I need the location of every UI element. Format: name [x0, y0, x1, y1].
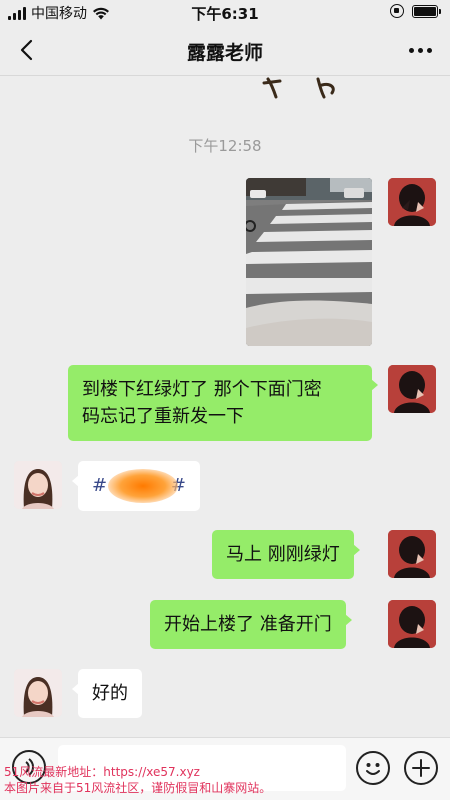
blurred-content: [108, 469, 178, 503]
avatar-illustration: [388, 365, 436, 413]
status-bar: 中国移动 下午6:31: [0, 0, 450, 24]
plus-icon: [412, 759, 430, 777]
watermark-line-1: 51风流最新地址：https://xe57.xyz: [4, 765, 200, 779]
message-bubble-self[interactable]: 开始上楼了 准备开门: [150, 600, 352, 649]
status-right: [390, 4, 441, 18]
message-bubble-other[interactable]: 好的: [72, 669, 142, 718]
my-avatar[interactable]: [388, 178, 436, 226]
avatar-photo: [14, 461, 62, 509]
message-bubble-other[interactable]: # #: [72, 461, 200, 511]
avatar-illustration: [388, 600, 436, 648]
my-avatar[interactable]: [388, 530, 436, 578]
emoji-icon: [366, 763, 380, 775]
message-text-line: 到楼下红绿灯了 那个下面门密: [82, 379, 322, 400]
message-text: 开始上楼了 准备开门: [164, 614, 332, 635]
avatar-illustration: [388, 178, 436, 226]
status-time: 下午6:31: [191, 5, 259, 23]
contact-avatar[interactable]: [14, 669, 62, 717]
message-bubble-self[interactable]: 到楼下红绿灯了 那个下面门密 码忘记了重新发一下: [68, 365, 378, 441]
avatar-photo: [14, 669, 62, 717]
crosswalk-photo: [246, 178, 372, 346]
message-text: 好的: [92, 683, 128, 704]
my-avatar[interactable]: [388, 600, 436, 648]
message-text: 马上 刚刚绿灯: [226, 544, 340, 565]
sent-photo-crosswalk[interactable]: [246, 178, 372, 346]
chat-header: 露露老师: [0, 24, 450, 76]
message-timestamp: 下午12:58: [188, 137, 262, 155]
more-icon: [408, 47, 414, 53]
more-button[interactable]: [404, 38, 436, 62]
avatar-illustration: [388, 530, 436, 578]
chat-title: 露露老师: [186, 42, 263, 64]
rotation-lock-icon: [390, 4, 404, 18]
my-avatar[interactable]: [388, 365, 436, 413]
contact-avatar[interactable]: [14, 461, 62, 509]
watermark: 51风流最新地址：https://xe57.xyz 本图片来自于51风流社区，谨…: [4, 764, 271, 796]
message-text-line: 码忘记了重新发一下: [82, 406, 244, 427]
watermark-line-2: 本图片来自于51风流社区，谨防假冒和山寨网站。: [4, 781, 272, 795]
battery-icon: [412, 4, 441, 18]
message-bubble-self[interactable]: 马上 刚刚绿灯: [212, 530, 360, 579]
message-text: #: [92, 475, 108, 496]
previous-message-fragment: [262, 77, 335, 99]
chat-area[interactable]: 下午12:58 到楼下红绿灯了 那个下面门密 码忘记了重新发一下 # # 马上 …: [0, 77, 450, 737]
more-functions-button[interactable]: [404, 751, 438, 785]
emoji-button[interactable]: [356, 751, 390, 785]
